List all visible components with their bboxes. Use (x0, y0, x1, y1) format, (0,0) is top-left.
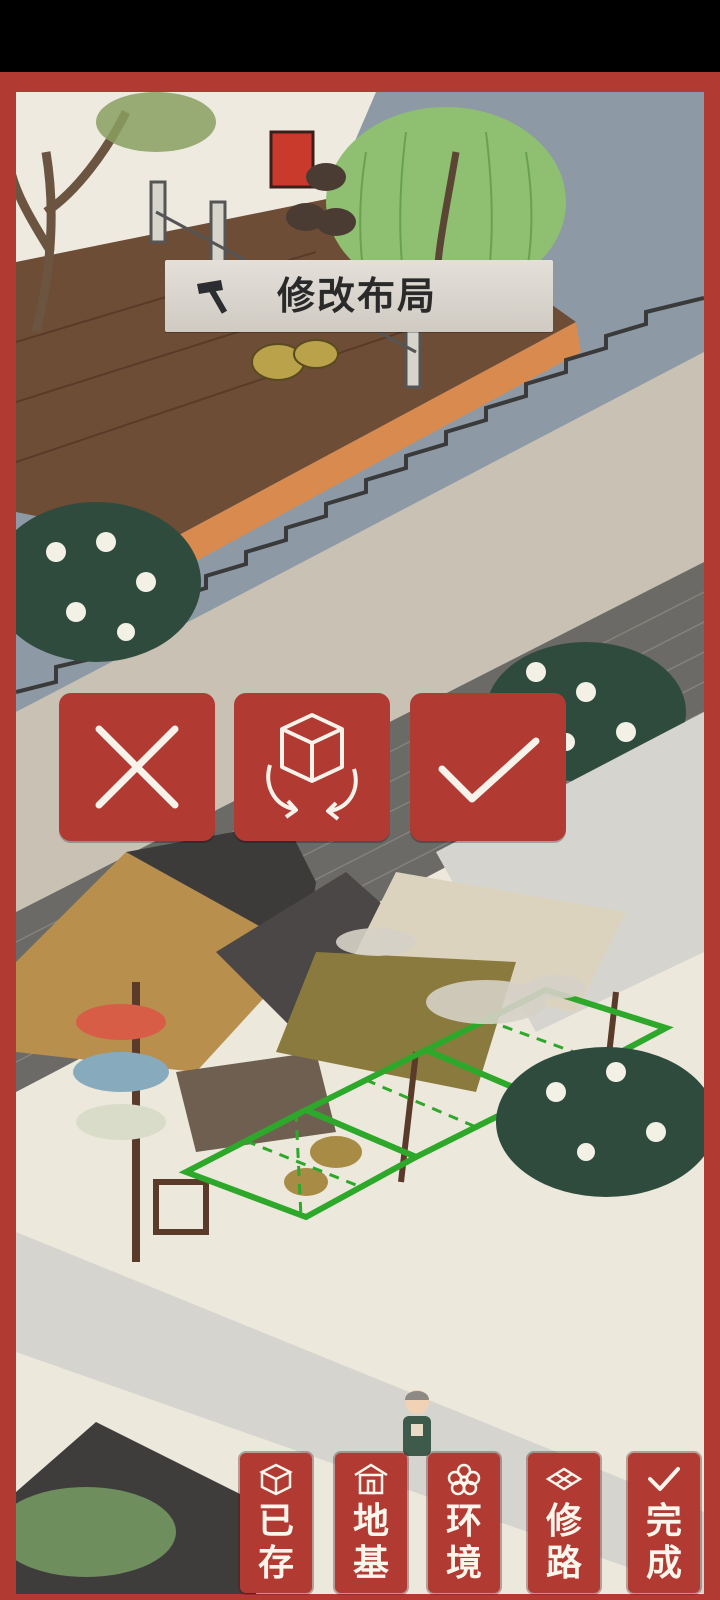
build-road-label-2: 路 (545, 1542, 582, 1584)
foundation-label-2: 基 (352, 1542, 389, 1584)
done-label-1: 完 (645, 1500, 682, 1542)
mode-banner: 修改布局 (165, 260, 553, 332)
done-label-2: 成 (645, 1542, 682, 1584)
camellia-bush-bottom-right (496, 1047, 704, 1197)
foundation-label-1: 地 (352, 1500, 389, 1542)
flower-icon (447, 1463, 481, 1496)
build-road-button[interactable]: 修 路 (528, 1453, 600, 1593)
confirm-placement-button[interactable] (410, 693, 566, 841)
environment-label-1: 环 (445, 1500, 482, 1542)
done-button[interactable]: 完 成 (628, 1453, 700, 1593)
bottom-roof (16, 1422, 276, 1594)
close-icon (95, 725, 179, 809)
status-bar-area (0, 0, 720, 72)
saved-items-button[interactable]: 已 存 (240, 1453, 312, 1593)
villager-avatar[interactable] (393, 1386, 441, 1462)
build-road-label-1: 修 (545, 1500, 582, 1542)
saved-items-label-1: 已 (257, 1500, 294, 1542)
cancel-placement-button[interactable] (59, 693, 215, 841)
saved-items-label-2: 存 (257, 1542, 294, 1584)
environment-button[interactable]: 环 境 (428, 1453, 500, 1593)
house-icon (354, 1463, 388, 1495)
check-icon (438, 737, 540, 803)
foundation-button[interactable]: 地 基 (335, 1453, 407, 1593)
rotate-building-button[interactable] (234, 693, 390, 841)
rotate-building-icon (266, 713, 358, 821)
road-tile-icon (545, 1467, 583, 1491)
environment-label-2: 境 (445, 1542, 482, 1584)
box-icon (259, 1463, 293, 1496)
check-icon (648, 1467, 680, 1491)
hammer-icon (197, 280, 228, 314)
mode-banner-label: 修改布局 (277, 273, 438, 318)
